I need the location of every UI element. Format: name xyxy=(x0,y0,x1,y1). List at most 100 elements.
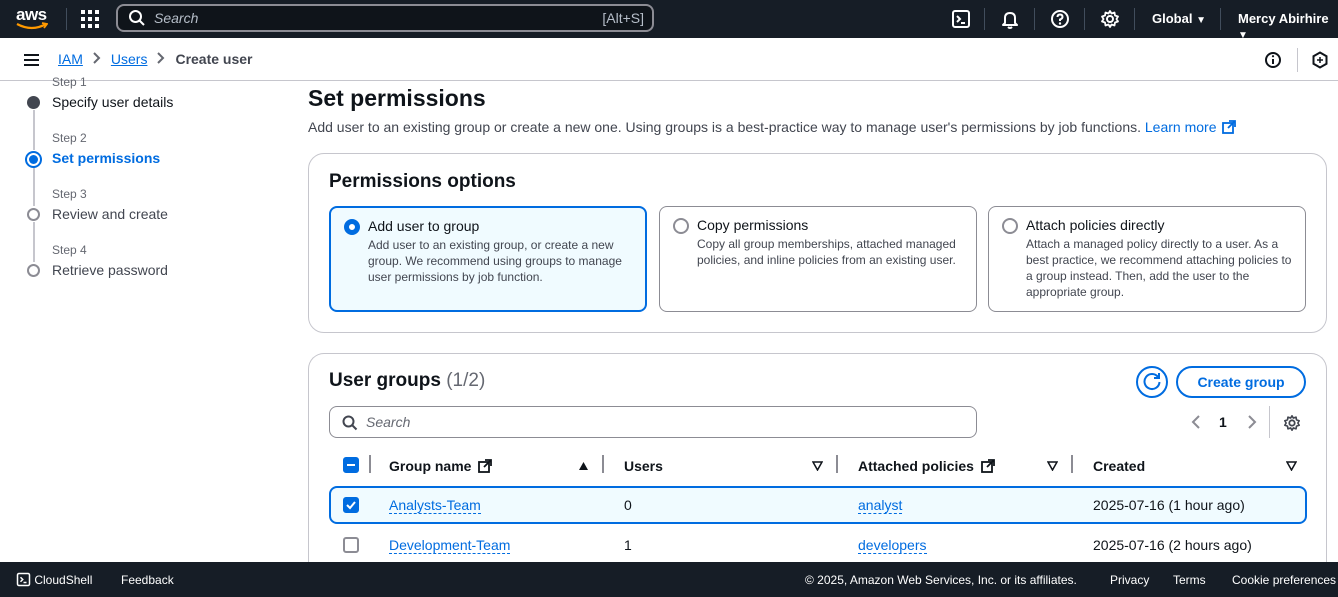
step-name: Retrieve password xyxy=(52,262,168,278)
permissions-options-panel: Permissions options Add user to group Ad… xyxy=(308,153,1327,333)
step-pending-dot xyxy=(27,208,40,221)
column-separator xyxy=(1071,455,1073,473)
feedback-link[interactable]: Feedback xyxy=(121,573,174,587)
external-link-icon xyxy=(478,459,493,473)
cloudshell-link[interactable]: CloudShell xyxy=(16,572,92,587)
column-header-users[interactable]: Users xyxy=(624,458,663,474)
step-name: Review and create xyxy=(52,206,168,222)
table-settings-gear-icon[interactable] xyxy=(1283,414,1301,432)
column-header-created[interactable]: Created xyxy=(1093,458,1145,474)
permissions-options-title: Permissions options xyxy=(329,171,516,192)
group-name-link[interactable]: Analysts-Team xyxy=(389,497,481,514)
option-copy-permissions[interactable]: Copy permissions Copy all group membersh… xyxy=(659,206,977,312)
divider xyxy=(1134,8,1135,30)
menu-hamburger-icon[interactable] xyxy=(24,54,39,66)
chevron-right-icon xyxy=(93,51,101,67)
option-description: Add user to an existing group, or create… xyxy=(368,238,622,284)
option-title: Add user to group xyxy=(368,218,480,234)
create-group-button[interactable]: Create group xyxy=(1176,366,1306,398)
users-cell: 1 xyxy=(624,537,632,553)
option-add-user-to-group[interactable]: Add user to group Add user to an existin… xyxy=(329,206,647,312)
aws-logo[interactable]: aws xyxy=(14,4,50,32)
breadcrumb-current: Create user xyxy=(175,51,253,67)
table-row[interactable]: Analysts-Team 0 analyst 2025-07-16 (1 ho… xyxy=(329,486,1307,524)
cookie-preferences-link[interactable]: Cookie preferences xyxy=(1232,573,1336,587)
step-connector xyxy=(33,166,35,206)
radio-selected[interactable] xyxy=(344,219,360,235)
external-link-icon xyxy=(980,459,995,473)
footer-bar: CloudShell Feedback © 2025, Amazon Web S… xyxy=(0,562,1338,597)
region-selector[interactable]: Global ▼ xyxy=(1152,11,1206,26)
refresh-button[interactable] xyxy=(1136,366,1168,398)
region-label: Global xyxy=(1152,11,1193,26)
policies-cell: analyst xyxy=(858,497,903,514)
cloudshell-icon xyxy=(16,572,31,587)
column-separator xyxy=(369,455,371,473)
search-shortcut: [Alt+S] xyxy=(602,10,644,26)
step-completed-dot xyxy=(27,96,40,109)
sort-icon[interactable] xyxy=(1286,461,1297,471)
option-attach-policies[interactable]: Attach policies directly Attach a manage… xyxy=(988,206,1306,312)
breadcrumb-bar: IAM Users Create user xyxy=(0,38,1338,81)
created-cell: 2025-07-16 (2 hours ago) xyxy=(1093,537,1252,553)
column-header-group-name[interactable]: Group name xyxy=(389,458,493,474)
learn-more-label: Learn more xyxy=(1144,119,1217,135)
top-navigation-bar: aws Search [Alt+S] Global ▼ Mercy Abirhi… xyxy=(0,0,1338,41)
chevron-left-icon[interactable] xyxy=(1191,414,1201,430)
row-checkbox[interactable] xyxy=(343,537,359,553)
step-pending-dot xyxy=(27,264,40,277)
divider xyxy=(1084,8,1085,30)
option-title: Attach policies directly xyxy=(1026,217,1165,233)
settings-gear-icon[interactable] xyxy=(1100,9,1120,29)
step-label: Step 2 xyxy=(52,131,87,145)
learn-more-link[interactable]: Learn more xyxy=(1144,119,1237,135)
chevron-right-icon[interactable] xyxy=(1247,414,1257,430)
description-text: Add user to an existing group or create … xyxy=(308,119,1141,135)
user-groups-heading: User groups (1/2) xyxy=(329,370,485,392)
group-name-link[interactable]: Development-Team xyxy=(389,537,511,554)
sort-icon[interactable] xyxy=(1047,461,1058,471)
row-checkbox[interactable] xyxy=(343,497,359,513)
privacy-link[interactable]: Privacy xyxy=(1110,573,1149,587)
select-all-checkbox[interactable] xyxy=(343,457,359,473)
table-row[interactable]: Development-Team 1 developers 2025-07-16… xyxy=(329,526,1307,564)
cloudshell-icon[interactable] xyxy=(951,9,971,29)
radio-unselected[interactable] xyxy=(1002,218,1018,234)
column-label: Attached policies xyxy=(858,458,974,474)
step-connector xyxy=(33,110,35,150)
column-separator xyxy=(836,455,838,473)
global-search-input[interactable]: Search [Alt+S] xyxy=(116,4,654,32)
sort-icon[interactable] xyxy=(812,461,823,471)
account-menu[interactable]: Mercy Abirhire ▼ xyxy=(1238,11,1338,41)
option-description: Copy all group memberships, attached man… xyxy=(697,237,956,267)
column-label: Group name xyxy=(389,458,472,474)
caret-down-icon: ▼ xyxy=(1196,15,1206,26)
cloudshell-label: CloudShell xyxy=(34,573,93,587)
notifications-bell-icon[interactable] xyxy=(1000,9,1020,29)
breadcrumb-users[interactable]: Users xyxy=(111,51,148,67)
group-name-cell: Development-Team xyxy=(389,537,511,554)
group-search-input[interactable]: Search xyxy=(329,406,977,438)
copyright-text: © 2025, Amazon Web Services, Inc. or its… xyxy=(805,573,1077,587)
divider xyxy=(66,8,67,30)
step-label: Step 1 xyxy=(52,75,87,89)
page-number[interactable]: 1 xyxy=(1219,414,1227,430)
column-header-attached-policies[interactable]: Attached policies xyxy=(858,458,995,474)
policy-link[interactable]: developers xyxy=(858,537,927,554)
sort-ascending-icon[interactable] xyxy=(578,461,589,471)
external-link-icon xyxy=(1222,120,1237,134)
step-name: Specify user details xyxy=(52,94,174,110)
preferences-hexagon-icon[interactable] xyxy=(1311,51,1329,69)
user-groups-title: User groups xyxy=(329,370,441,391)
services-grid-icon[interactable] xyxy=(81,10,99,28)
radio-unselected[interactable] xyxy=(673,218,689,234)
search-placeholder: Search xyxy=(154,10,199,26)
terms-link[interactable]: Terms xyxy=(1173,573,1206,587)
info-icon[interactable] xyxy=(1264,51,1282,69)
page-title: Set permissions xyxy=(308,85,486,111)
help-icon[interactable] xyxy=(1050,9,1070,29)
policy-link[interactable]: analyst xyxy=(858,497,903,514)
breadcrumb-iam[interactable]: IAM xyxy=(58,51,83,67)
search-icon xyxy=(129,10,145,26)
step-current-dot xyxy=(25,151,42,168)
